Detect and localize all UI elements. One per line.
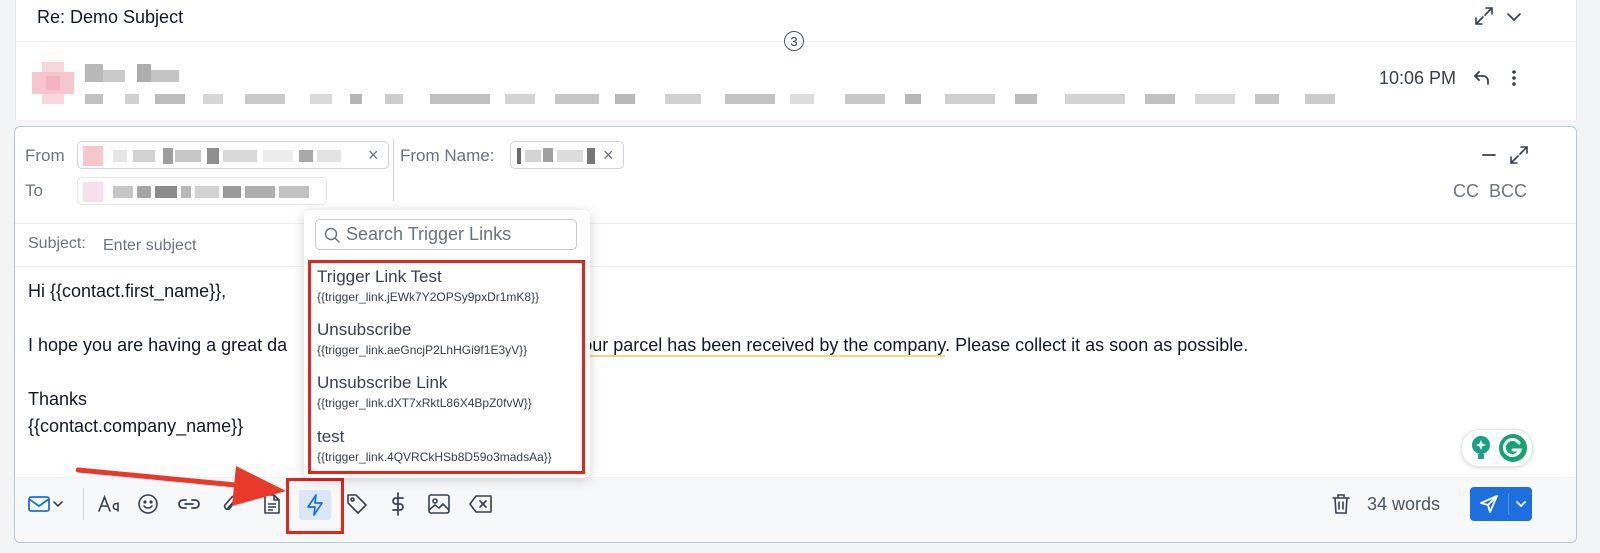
from-email-chip[interactable]: × [77,141,389,169]
chevron-down-icon[interactable] [49,490,67,518]
subject-divider [15,266,1576,267]
trigger-links-list: Trigger Link Test {{trigger_link.jEWk7Y2… [308,260,585,474]
bcc-button[interactable]: BCC [1489,181,1527,202]
body-text-start: I hope you are having a great da [28,335,288,355]
field-separator [393,139,394,201]
reply-icon[interactable] [1472,68,1492,88]
word-count: 34 words [1367,494,1441,514]
collapsed-messages-count[interactable]: 3 [784,31,804,51]
body-thanks: Thanks [28,389,88,409]
trash-icon[interactable] [1327,490,1355,518]
chevron-down-icon[interactable] [1505,8,1523,26]
body-text-end: . Please collect it as soon as possible. [945,335,1249,355]
trigger-links-dropdown: Trigger Link Test {{trigger_link.jEWk7Y2… [304,210,590,478]
trigger-link-item[interactable]: Trigger Link Test {{trigger_link.jEWk7Y2… [317,267,577,304]
trigger-search-input[interactable] [346,223,572,246]
trigger-link-item[interactable]: Unsubscribe {{trigger_link.aeGncjP2LhHGi… [317,320,577,357]
trigger-link-code: {{trigger_link.dXT7xRktL86X4BpZ0fvW}} [317,396,532,410]
message-time: 10:06 PM [1379,68,1457,88]
grammarly-widget[interactable] [1461,429,1533,467]
send-icon[interactable] [1470,487,1508,521]
trigger-link-item[interactable]: Unsubscribe Link {{trigger_link.dXT7xRkt… [317,373,577,410]
email-thread-header: Re: Demo Subject 3 10:06 PM [15,0,1577,120]
email-body-editor[interactable]: Hi {{contact.first_name}}, I hope you ar… [28,277,1558,465]
body-paragraph: I hope you are having a great da your par… [28,335,1249,357]
avatar [32,62,74,104]
remove-from-name-icon[interactable]: × [603,143,614,167]
to-label: To [25,181,43,200]
trigger-link-name: test [317,427,345,446]
fullscreen-icon[interactable] [1509,145,1529,165]
from-name-chip[interactable]: × [510,141,624,169]
body-signature: {{contact.company_name}} [28,416,244,436]
to-recipient-chip[interactable] [77,177,327,205]
subject-label: Subject: [28,235,86,252]
more-vertical-icon[interactable] [1504,68,1524,88]
trigger-link-name: Unsubscribe [317,320,412,339]
trigger-link-name: Unsubscribe Link [317,373,448,392]
remove-from-icon[interactable]: × [368,143,379,167]
from-label: From [25,146,65,165]
tag-icon[interactable] [343,490,371,518]
annotation-arrow [76,462,288,510]
trigger-search-box[interactable] [315,219,577,250]
from-name-label: From Name: [400,146,495,165]
trigger-link-code: {{trigger_link.aeGncjP2LhHGi9f1E3yV}} [317,343,528,357]
trigger-link-item[interactable]: test {{trigger_link.4QVRCkHSb8D59o3madsA… [317,427,577,464]
send-button[interactable] [1470,487,1532,521]
trigger-link-code: {{trigger_link.jEWk7Y2OPSy9pxDr1mK8}} [317,290,540,304]
thread-subject: Re: Demo Subject [37,7,184,27]
body-greeting: Hi {{contact.first_name}}, [28,281,227,301]
send-split-divider [1508,493,1509,515]
minimize-icon[interactable] [1480,146,1498,164]
header-divider [15,223,1576,224]
send-options-chevron-icon[interactable] [1510,487,1532,521]
expand-icon[interactable] [1474,6,1494,26]
sender-name-redacted [85,62,185,84]
image-icon[interactable] [425,490,453,518]
trigger-link-icon[interactable] [299,490,331,520]
trigger-link-name: Trigger Link Test [317,267,442,286]
trigger-link-code: {{trigger_link.4QVRCkHSb8D59o3madsAa}} [317,450,552,464]
dollar-icon[interactable] [384,490,412,518]
grammarly-icon [1499,434,1527,462]
message-preview-redacted [85,92,1355,106]
cc-button[interactable]: CC [1453,181,1479,202]
clear-format-icon[interactable] [467,490,495,518]
grammar-underline-text[interactable]: your parcel has been received by the com… [573,335,946,357]
search-icon [324,227,340,243]
